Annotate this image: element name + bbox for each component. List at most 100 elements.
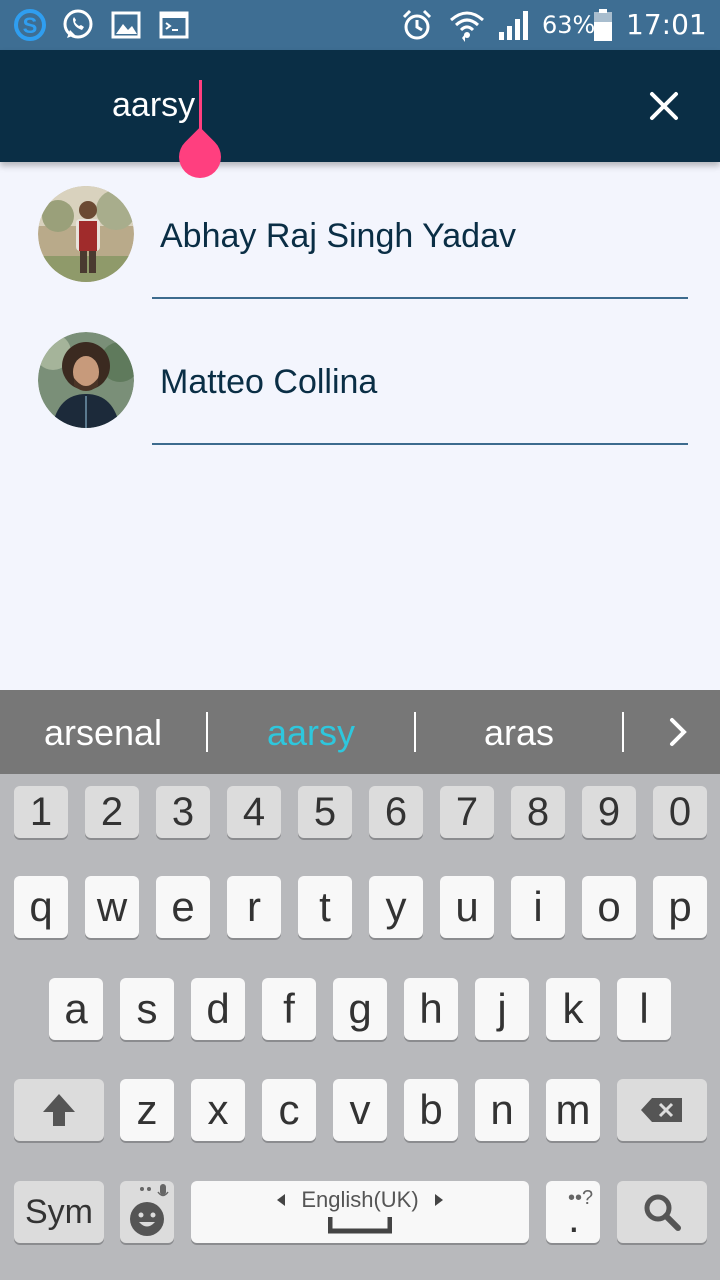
key-label: w bbox=[96, 883, 128, 930]
search-icon bbox=[644, 1194, 681, 1231]
key-label: b bbox=[419, 1086, 443, 1133]
key[interactable]: h bbox=[404, 978, 458, 1040]
space-key[interactable]: English(UK) bbox=[191, 1181, 529, 1243]
clock: 17:01 bbox=[626, 8, 707, 41]
key-label: 8 bbox=[526, 790, 550, 834]
key[interactable]: n bbox=[475, 1079, 529, 1141]
key-label: l bbox=[639, 985, 649, 1032]
key-label: m bbox=[555, 1086, 591, 1133]
key[interactable]: z bbox=[120, 1079, 174, 1141]
keyboard-suggestion-bar: arsenal aarsy aras bbox=[0, 690, 720, 774]
key[interactable]: l bbox=[617, 978, 671, 1040]
battery-percent: 63% bbox=[542, 11, 596, 39]
suggestion-item[interactable]: arsenal bbox=[0, 690, 206, 774]
result-item[interactable]: Abhay Raj Singh Yadav bbox=[0, 162, 720, 308]
key-label: 5 bbox=[313, 790, 337, 834]
status-bar: S 63% 17:01 bbox=[0, 0, 720, 50]
key-label: x bbox=[207, 1086, 229, 1133]
search-input[interactable] bbox=[112, 80, 592, 130]
key[interactable]: 4 bbox=[227, 786, 281, 838]
key[interactable]: 9 bbox=[582, 786, 636, 838]
key[interactable]: k bbox=[546, 978, 600, 1040]
backspace-key[interactable] bbox=[617, 1079, 707, 1141]
result-item[interactable]: Matteo Collina bbox=[0, 308, 720, 454]
key[interactable]: g bbox=[333, 978, 387, 1040]
key[interactable]: a bbox=[49, 978, 103, 1040]
divider bbox=[622, 712, 624, 752]
key[interactable]: y bbox=[369, 876, 423, 938]
key-label: j bbox=[497, 985, 507, 1032]
emoji-voice-key[interactable] bbox=[120, 1181, 174, 1243]
key[interactable]: v bbox=[333, 1079, 387, 1141]
search-key[interactable] bbox=[617, 1181, 707, 1243]
result-name: Matteo Collina bbox=[160, 363, 378, 401]
key[interactable]: u bbox=[440, 876, 494, 938]
key[interactable]: s bbox=[120, 978, 174, 1040]
key-label: q bbox=[29, 883, 53, 930]
key[interactable]: 0 bbox=[653, 786, 707, 838]
key[interactable]: 5 bbox=[298, 786, 352, 838]
key-label: g bbox=[348, 985, 372, 1032]
key-label: 9 bbox=[597, 790, 621, 834]
key[interactable]: q bbox=[14, 876, 68, 938]
sym-key[interactable]: Sym bbox=[14, 1181, 104, 1243]
battery-icon bbox=[594, 9, 612, 41]
period-key[interactable]: ••? . bbox=[546, 1181, 600, 1243]
key-label: r bbox=[247, 883, 261, 930]
key[interactable]: f bbox=[262, 978, 316, 1040]
key[interactable]: d bbox=[191, 978, 245, 1040]
key-label: 3 bbox=[171, 790, 195, 834]
caret-left-icon bbox=[277, 1194, 286, 1206]
result-name: Abhay Raj Singh Yadav bbox=[160, 217, 516, 255]
key[interactable]: t bbox=[298, 876, 352, 938]
skype-icon: S bbox=[14, 9, 46, 41]
shift-key[interactable] bbox=[14, 1079, 104, 1141]
key-label: a bbox=[64, 985, 88, 1032]
wifi-icon bbox=[450, 11, 484, 42]
key[interactable]: o bbox=[582, 876, 636, 938]
suggestion-item[interactable]: aras bbox=[416, 690, 622, 774]
key[interactable]: x bbox=[191, 1079, 245, 1141]
key[interactable]: w bbox=[85, 876, 139, 938]
key[interactable]: i bbox=[511, 876, 565, 938]
key[interactable]: 6 bbox=[369, 786, 423, 838]
key[interactable]: r bbox=[227, 876, 281, 938]
key-label: y bbox=[385, 883, 407, 930]
terminal-icon bbox=[159, 11, 189, 39]
divider bbox=[152, 443, 688, 445]
key[interactable]: 2 bbox=[85, 786, 139, 838]
key[interactable]: b bbox=[404, 1079, 458, 1141]
key-label: 6 bbox=[384, 790, 408, 834]
svg-text:S: S bbox=[23, 13, 38, 38]
key-label: 7 bbox=[455, 790, 479, 834]
close-icon[interactable] bbox=[640, 82, 688, 130]
key-label: k bbox=[562, 985, 584, 1032]
key-label: . bbox=[568, 1194, 580, 1241]
key[interactable]: j bbox=[475, 978, 529, 1040]
key-label: z bbox=[136, 1086, 158, 1133]
key[interactable]: 3 bbox=[156, 786, 210, 838]
key-label: 2 bbox=[100, 790, 124, 834]
key[interactable]: m bbox=[546, 1079, 600, 1141]
key[interactable]: p bbox=[653, 876, 707, 938]
key-label: o bbox=[597, 883, 621, 930]
chevron-right-icon[interactable] bbox=[654, 708, 702, 756]
key[interactable]: 7 bbox=[440, 786, 494, 838]
key[interactable]: 1 bbox=[14, 786, 68, 838]
avatar bbox=[38, 186, 134, 282]
avatar bbox=[38, 332, 134, 428]
key-label: i bbox=[533, 883, 543, 930]
key-label: p bbox=[668, 883, 692, 930]
key[interactable]: c bbox=[262, 1079, 316, 1141]
suggestion-item-selected[interactable]: aarsy bbox=[208, 690, 414, 774]
key-label: 0 bbox=[668, 790, 692, 834]
key-label: v bbox=[349, 1086, 371, 1133]
key[interactable]: 8 bbox=[511, 786, 565, 838]
key-label: d bbox=[206, 985, 230, 1032]
backspace-icon bbox=[641, 1098, 682, 1122]
space-label: English(UK) bbox=[301, 1187, 419, 1212]
divider bbox=[152, 297, 688, 299]
key[interactable]: e bbox=[156, 876, 210, 938]
key-label: f bbox=[283, 985, 295, 1032]
key-label: u bbox=[455, 883, 479, 930]
